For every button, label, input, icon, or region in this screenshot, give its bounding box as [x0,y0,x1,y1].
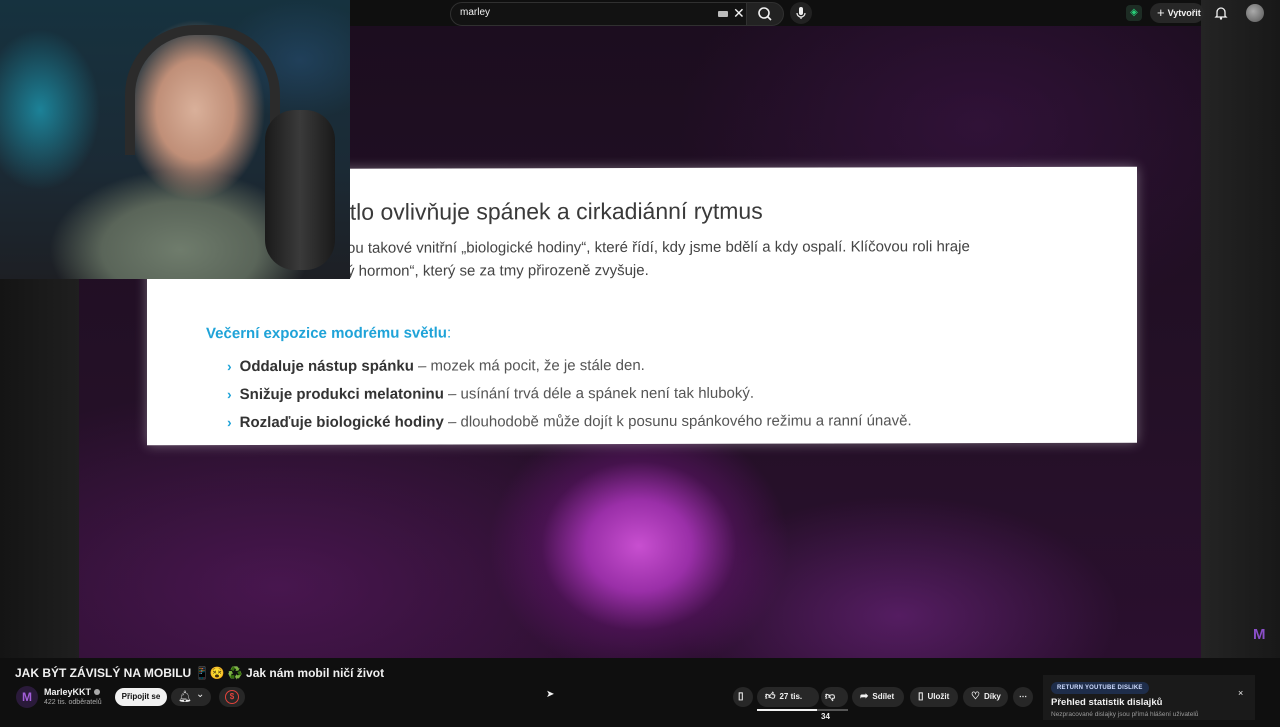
right-backdrop [1201,0,1280,658]
like-dislike-ratio-bar [757,709,848,711]
microphone-shape [265,110,335,270]
clear-search-icon[interactable]: ✕ [733,5,745,22]
search-button[interactable] [746,2,784,26]
chevron-right-icon: › [227,414,232,431]
chevron-down-icon: ⌄ [196,689,205,700]
search-box[interactable]: marley ✕ [450,2,747,26]
create-button[interactable]: + Vytvořit [1150,3,1204,23]
slide-bullet: › Snižuje produkci melatoninu – usínání t… [227,384,755,404]
slide-paragraph-line: ý hormon“, který se za tmy přirozeně zvy… [347,261,649,280]
notifications-button[interactable] [1213,5,1229,21]
voice-search-button[interactable] [790,2,812,24]
panel-subtitle: Nezpracované dislajky jsou přímá hlášení… [1051,711,1199,718]
bookmark-icon: ▯ [738,691,744,702]
thumbs-up-icon: 👍︎ [765,691,776,702]
return-dislike-panel: RETURN YOUTUBE DISLIKE Přehled statistik… [1043,675,1255,720]
microphone-icon [796,7,806,19]
save-button[interactable]: ▯ Uložit [910,687,958,707]
bell-icon [1214,7,1228,20]
chevron-right-icon: › [227,386,232,403]
extension-badge: RETURN YOUTUBE DISLIKE [1051,682,1149,694]
video-title: JAK BÝT ZÁVISLÝ NA MOBILU 📱😵 ♻️ Jak nám … [15,666,385,680]
thumbs-down-icon: 👎︎ [825,691,836,702]
plus-icon: + [1157,5,1165,20]
headphones-shape [125,25,280,155]
search-icon [758,7,772,21]
subscription-bell-button[interactable]: 🔔︎ ⌄ [171,688,211,706]
like-ratio-fill [757,709,818,711]
save-small-button[interactable]: ▯ [733,687,753,707]
share-button[interactable]: ➦ Sdílet [852,687,904,707]
share-icon: ➦ [860,691,869,702]
slide-subheading: Večerní expozice modrému světlu: [206,324,452,343]
like-button[interactable]: 👍︎ 27 tis. [757,687,819,707]
bookmark-icon: ▯ [918,691,924,702]
more-actions-button[interactable]: ⋯ [1013,687,1033,707]
thanks-button[interactable]: ♡ Díky [963,687,1008,707]
super-thanks-button[interactable]: $ [219,687,245,707]
channel-name[interactable]: MarleyKKT [44,687,101,697]
subscriber-count: 422 tis. odběratelů [44,699,102,706]
heart-dollar-icon: ♡ [971,691,980,702]
channel-avatar[interactable]: M [16,686,38,708]
join-button[interactable]: Připojit se [115,688,167,706]
bell-icon: 🔔︎ [178,691,192,703]
slide-paragraph-line: ou takové vnitřní „biologické hodiny“, k… [347,238,970,257]
keyboard-icon[interactable] [718,11,728,17]
close-icon[interactable]: × [1238,688,1243,698]
panel-title: Přehled statistik dislajků [1051,697,1163,708]
slide-bullet: › Rozlaďuje biologické hodiny – dlouhodob… [227,412,912,432]
webcam-overlay [0,0,350,279]
slide-paragraph: ou takové vnitřní „biologické hodiny“, k… [347,235,970,283]
mouse-cursor-icon: ➤ [546,689,555,700]
extension-icon[interactable]: ◈ [1126,5,1142,21]
verified-icon [94,689,101,695]
account-avatar[interactable] [1246,4,1264,22]
dislike-button[interactable]: 👎︎34 [821,687,848,721]
channel-watermark-icon[interactable]: M [1253,626,1271,643]
dollar-icon: $ [225,690,239,704]
slide-bullet-list: › Oddaluje nástup spánku – mozek má pocit… [227,353,912,439]
chevron-right-icon: › [227,358,232,375]
search-input[interactable]: marley [460,7,490,18]
slide-bullet: › Oddaluje nástup spánku – mozek má pocit… [227,356,645,376]
